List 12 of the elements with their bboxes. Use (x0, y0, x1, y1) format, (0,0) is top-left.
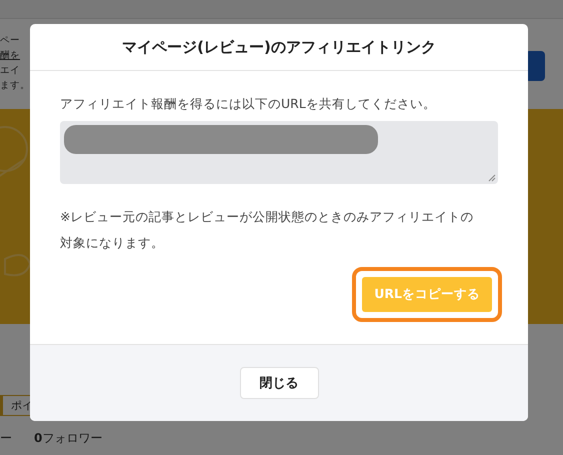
page-text: 酬を (0, 49, 20, 63)
resize-grip-icon[interactable] (488, 174, 496, 182)
page-text: ペー (0, 34, 20, 48)
stat-text: 0フォロワー (34, 430, 102, 447)
note-text: ※レビュー元の記事とレビューが公開状態のときのみアフィリエイトの対象になります。 (60, 208, 474, 252)
dialog-title: マイページ(レビュー)のアフィリエイトリンク (122, 38, 436, 56)
stat-text: ー (0, 430, 12, 447)
page-text: ます。 (0, 79, 30, 93)
url-field[interactable] (60, 121, 498, 184)
close-button[interactable]: 閉じる (240, 367, 318, 399)
instruction-text: アフィリエイト報酬を得るには以下のURLを共有してください。 (60, 95, 437, 113)
page-text: エイ (0, 64, 20, 78)
